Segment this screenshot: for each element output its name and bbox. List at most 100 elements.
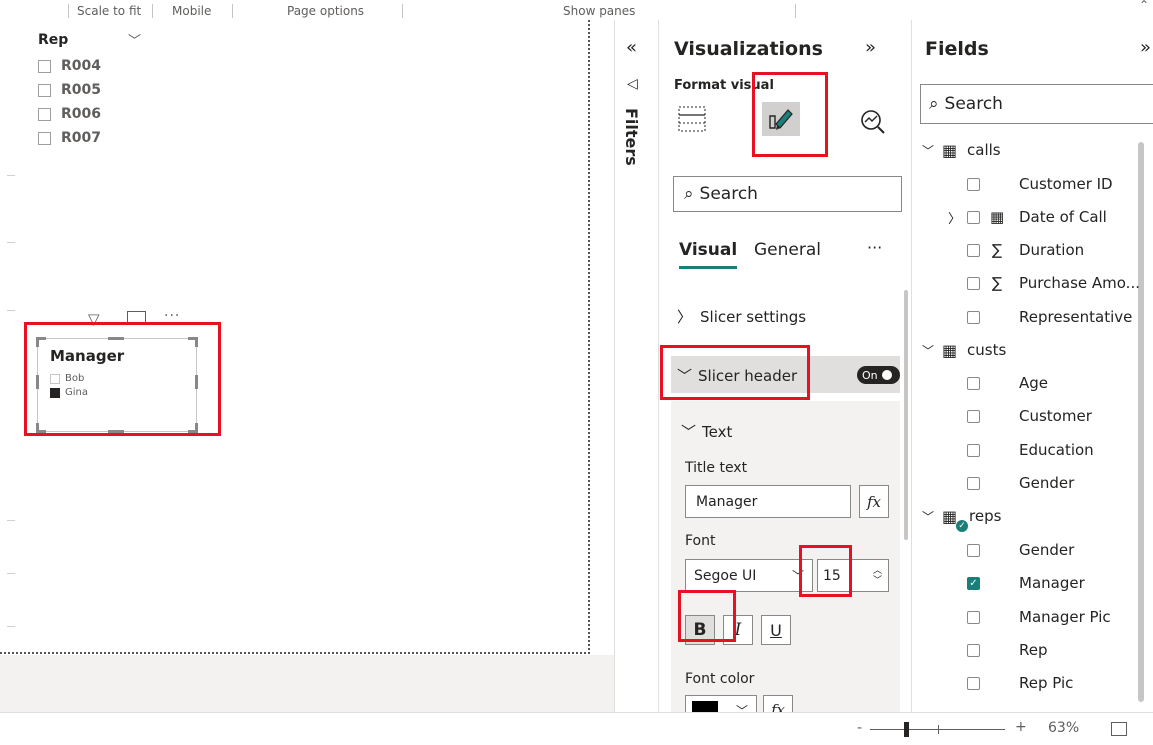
- checkbox[interactable]: [38, 83, 51, 97]
- field-item[interactable]: ∑ Duration: [912, 235, 1142, 265]
- focus-mode-icon[interactable]: [127, 311, 146, 325]
- checkbox[interactable]: [967, 376, 980, 390]
- slicer-settings-section[interactable]: 〉 Slicer settings: [677, 306, 806, 327]
- format-visual-icon[interactable]: [762, 102, 800, 136]
- canvas-tick: [7, 573, 15, 574]
- zoom-in-button[interactable]: +: [1015, 719, 1027, 735]
- resize-handle[interactable]: [36, 337, 39, 347]
- tab-general[interactable]: General: [754, 240, 821, 260]
- zoom-out-button[interactable]: -: [857, 720, 862, 736]
- checkbox[interactable]: [967, 643, 980, 657]
- viz-scrollbar[interactable]: [904, 290, 908, 540]
- field-item[interactable]: Representative: [912, 302, 1142, 332]
- more-options-icon[interactable]: ···: [867, 238, 882, 257]
- fx-button[interactable]: fx: [859, 485, 889, 518]
- table-calls[interactable]: ﹀ ▦ calls: [912, 135, 1142, 165]
- field-item[interactable]: Customer ID: [912, 169, 1142, 199]
- field-item[interactable]: Manager Pic: [912, 602, 1142, 632]
- fields-search-input[interactable]: ⌕ Search: [920, 84, 1153, 124]
- search-icon: ⌕: [684, 184, 694, 204]
- fit-to-page-icon[interactable]: [1111, 722, 1127, 736]
- filters-label[interactable]: Filters: [622, 108, 641, 166]
- mobile-button[interactable]: Mobile: [172, 4, 211, 18]
- calendar-icon: ▦: [990, 208, 1005, 226]
- field-item[interactable]: Rep: [912, 635, 1142, 665]
- field-item[interactable]: Rep Pic: [912, 668, 1142, 698]
- italic-button[interactable]: I: [723, 615, 753, 645]
- tab-visual[interactable]: Visual: [679, 240, 737, 260]
- resize-handle[interactable]: [195, 423, 198, 433]
- rep-slicer-item[interactable]: R005: [38, 80, 101, 100]
- viz-search-input[interactable]: ⌕ Search: [673, 176, 902, 212]
- manager-slicer-item[interactable]: Bob: [50, 373, 84, 384]
- checkbox[interactable]: [967, 243, 980, 257]
- filters-pane-collapsed[interactable]: « ◁ Filters: [614, 20, 658, 712]
- font-size-stepper[interactable]: 15 ︿ ﹀: [817, 559, 889, 592]
- checkbox[interactable]: [967, 310, 980, 324]
- resize-handle[interactable]: [195, 375, 198, 389]
- chevron-down-icon[interactable]: ﹀: [128, 30, 141, 49]
- checkbox-checked[interactable]: [50, 387, 60, 398]
- field-item[interactable]: ∑ Purchase Amo...: [912, 268, 1142, 298]
- filter-icon[interactable]: ▽: [88, 310, 100, 328]
- checkbox[interactable]: [967, 276, 980, 290]
- checkbox[interactable]: [38, 59, 51, 73]
- manager-slicer-item[interactable]: Gina: [50, 387, 88, 398]
- checkbox[interactable]: [967, 676, 980, 690]
- checkbox[interactable]: [967, 543, 980, 557]
- analytics-icon[interactable]: [859, 108, 887, 136]
- rep-slicer-item[interactable]: R007: [38, 128, 101, 148]
- ribbon-collapse-icon[interactable]: ⌃: [1139, 0, 1149, 12]
- checkbox[interactable]: [967, 177, 980, 191]
- bold-button[interactable]: B: [685, 615, 715, 645]
- resize-handle[interactable]: [36, 423, 39, 433]
- visualizations-title: Visualizations: [674, 38, 823, 60]
- scale-to-fit-button[interactable]: Scale to fit: [77, 4, 141, 18]
- field-item[interactable]: 〉 ▦ Date of Call: [912, 202, 1142, 232]
- more-options-icon[interactable]: ···: [164, 308, 180, 324]
- resize-handle[interactable]: [36, 375, 39, 389]
- zoom-slider-tick: [938, 725, 939, 734]
- checkbox[interactable]: [967, 476, 980, 490]
- zoom-level: 63%: [1048, 720, 1080, 736]
- font-family-select[interactable]: Segoe UI ﹀: [685, 559, 813, 592]
- page-options-button[interactable]: Page options: [287, 4, 364, 18]
- sigma-icon: ∑: [992, 241, 1003, 259]
- rep-slicer-item[interactable]: R006: [38, 104, 101, 124]
- slicer-header-toggle[interactable]: On: [857, 366, 900, 384]
- field-item[interactable]: Gender: [912, 468, 1142, 498]
- expand-right-icon[interactable]: »: [1140, 37, 1151, 58]
- field-item[interactable]: Education: [912, 435, 1142, 465]
- text-section[interactable]: ﹀ Text: [681, 421, 732, 442]
- manager-slicer-title: Manager: [50, 347, 125, 365]
- build-visual-icon[interactable]: [677, 105, 709, 135]
- field-item[interactable]: Gender: [912, 535, 1142, 565]
- stepper-arrows-icon[interactable]: ︿ ﹀: [873, 566, 882, 586]
- expand-right-icon[interactable]: »: [865, 37, 876, 58]
- zoom-slider-thumb[interactable]: [904, 722, 909, 737]
- checkbox[interactable]: [38, 107, 51, 121]
- manager-slicer[interactable]: Manager Bob Gina: [36, 337, 198, 433]
- checkbox[interactable]: [967, 610, 980, 624]
- slicer-header-label-row[interactable]: ﹀ Slicer header: [677, 365, 797, 386]
- table-custs[interactable]: ﹀ ▦ custs: [912, 335, 1142, 365]
- table-reps[interactable]: ﹀ ▦ ✓ reps: [912, 501, 1142, 532]
- resize-handle[interactable]: [108, 430, 124, 433]
- field-item[interactable]: Customer: [912, 401, 1142, 431]
- rep-slicer-item[interactable]: R004: [38, 56, 101, 76]
- checkbox[interactable]: [38, 131, 51, 145]
- title-text-input[interactable]: Manager: [685, 485, 851, 518]
- checkbox-checked[interactable]: ✓: [967, 576, 980, 590]
- field-item[interactable]: Age: [912, 368, 1142, 398]
- chevron-right-icon[interactable]: 〉: [948, 208, 961, 227]
- resize-handle[interactable]: [108, 337, 124, 340]
- checkbox[interactable]: [50, 373, 60, 384]
- collapse-left-icon[interactable]: «: [626, 37, 637, 58]
- checkbox[interactable]: [967, 443, 980, 457]
- field-item[interactable]: ✓ Manager: [912, 568, 1142, 598]
- checkbox[interactable]: [967, 210, 980, 224]
- font-label: Font: [685, 533, 716, 549]
- resize-handle[interactable]: [195, 337, 198, 347]
- checkbox[interactable]: [967, 409, 980, 423]
- underline-button[interactable]: U: [761, 615, 791, 645]
